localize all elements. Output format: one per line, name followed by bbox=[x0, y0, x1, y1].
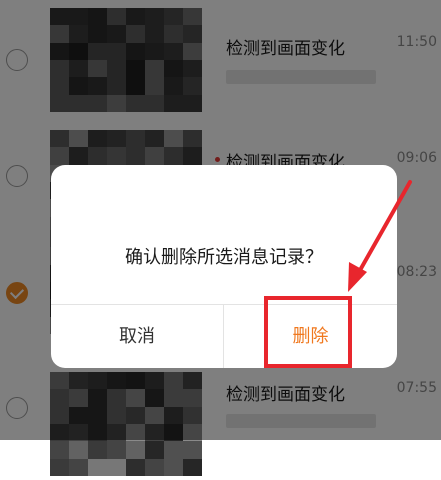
cancel-button[interactable]: 取消 bbox=[51, 305, 223, 368]
annotation-highlight-box bbox=[264, 296, 352, 368]
dialog-message: 确认删除所选消息记录？ bbox=[125, 247, 323, 268]
